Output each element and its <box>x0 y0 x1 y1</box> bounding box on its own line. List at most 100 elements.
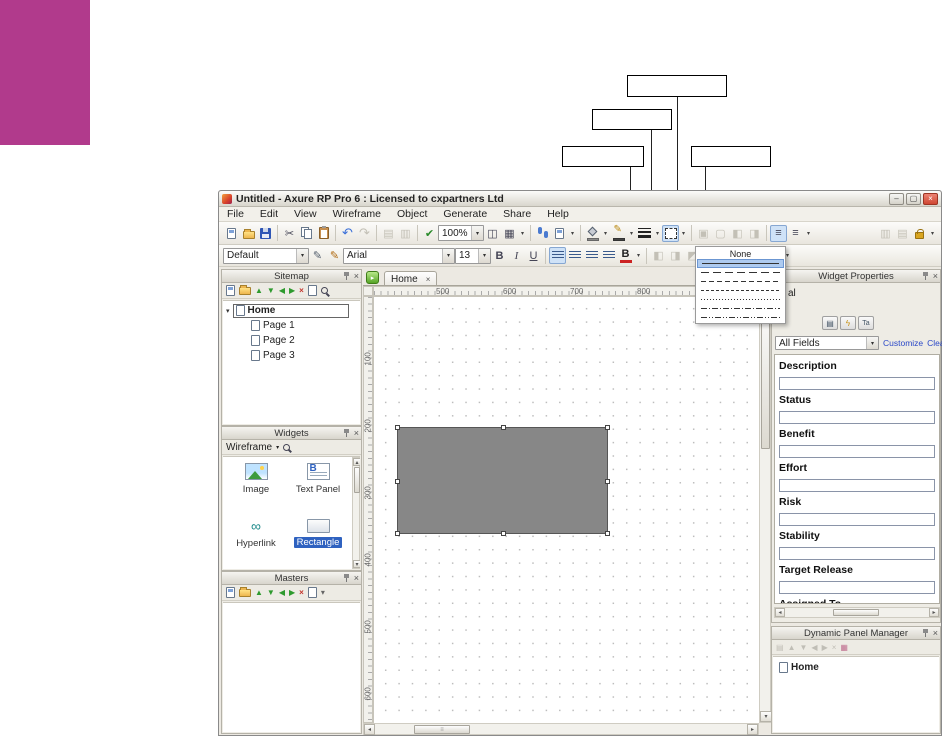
scrollbar-thumb[interactable]: ≡ <box>414 725 470 734</box>
group-button[interactable]: ▣ <box>695 225 712 242</box>
resize-handle-ne[interactable] <box>605 425 610 430</box>
indent-left-icon[interactable]: ◀ <box>279 588 285 597</box>
menu-item-short-dash[interactable] <box>697 286 784 295</box>
italic-button[interactable]: I <box>508 247 525 264</box>
resize-handle-s[interactable] <box>501 531 506 536</box>
grid-settings-button[interactable]: ▦ <box>501 225 518 242</box>
scrollbar-thumb[interactable] <box>833 609 879 616</box>
menu-wireframe[interactable]: Wireframe <box>325 208 389 220</box>
pin-icon[interactable] <box>922 629 930 637</box>
zoom-fit-button[interactable]: ◫ <box>484 225 501 242</box>
menu-help[interactable]: Help <box>539 208 577 220</box>
panes-dropdown-icon[interactable]: ▾ <box>804 225 813 242</box>
paste-button[interactable] <box>315 225 332 242</box>
tree-item-page2[interactable]: Page 2 <box>223 333 360 348</box>
widget-text-panel[interactable]: B Text Panel <box>287 463 349 495</box>
menu-generate[interactable]: Generate <box>435 208 495 220</box>
generate-dropdown-icon[interactable]: ▾ <box>568 225 577 242</box>
union-button[interactable]: ◧ <box>650 247 667 264</box>
scrollbar-thumb[interactable] <box>354 467 360 493</box>
tab-interactions[interactable]: ϟ <box>840 316 856 330</box>
toggle-left-panes-button[interactable]: ≡ <box>770 224 787 242</box>
widgets-scrollbar[interactable]: ▴ ▾ <box>352 457 360 569</box>
tree-item-home[interactable]: ▾ Home <box>223 303 360 318</box>
masters-list[interactable] <box>223 602 360 732</box>
delete-page-icon[interactable]: × <box>299 286 304 295</box>
rectangle-widget-instance[interactable] <box>395 425 610 536</box>
generate-specification-button[interactable] <box>551 225 568 242</box>
widget-rectangle[interactable]: Rectangle <box>287 519 349 549</box>
align-tools-button[interactable]: ▥ <box>877 225 894 242</box>
tab-formatting[interactable]: Ta <box>858 316 874 330</box>
more-icon[interactable]: ▾ <box>321 588 325 597</box>
font-combo[interactable]: Arial ▾ <box>343 247 455 264</box>
widget-image[interactable]: Image <box>225 463 287 495</box>
line-color-button[interactable]: ✎ <box>610 224 627 242</box>
align-left-button[interactable] <box>549 247 566 264</box>
indent-left-icon[interactable]: ◀ <box>811 643 817 652</box>
chevron-down-icon[interactable]: ▾ <box>471 226 483 240</box>
menu-item-dash[interactable] <box>697 277 784 286</box>
print-preview-button[interactable]: ▥ <box>397 225 414 242</box>
menu-edit[interactable]: Edit <box>252 208 286 220</box>
expander-icon[interactable]: ▾ <box>226 307 230 315</box>
generate-master-icon[interactable] <box>307 587 317 598</box>
grid-dropdown-icon[interactable]: ▾ <box>518 225 527 242</box>
delete-panel-icon[interactable]: × <box>832 643 837 652</box>
move-up-icon[interactable]: ▲ <box>255 588 263 597</box>
resize-handle-e[interactable] <box>605 479 610 484</box>
risk-field[interactable] <box>779 513 935 526</box>
scroll-up-icon[interactable]: ▴ <box>353 458 360 466</box>
tree-item-page3[interactable]: Page 3 <box>223 348 360 363</box>
menu-view[interactable]: View <box>286 208 325 220</box>
subtract-button[interactable]: ◨ <box>667 247 684 264</box>
chevron-down-icon[interactable]: ▾ <box>296 248 308 263</box>
menu-item-none[interactable]: None <box>697 248 784 259</box>
menu-item-dash-dot[interactable] <box>697 304 784 313</box>
indent-right-icon[interactable]: ▶ <box>289 588 295 597</box>
delete-master-icon[interactable]: × <box>299 588 304 597</box>
add-master-icon[interactable] <box>226 587 235 598</box>
line-weight-button[interactable] <box>636 225 653 242</box>
indent-right-icon[interactable]: ▶ <box>289 286 295 295</box>
line-weight-dropdown-icon[interactable]: ▾ <box>653 225 662 242</box>
bullet-list-button[interactable] <box>600 247 617 264</box>
new-document-button[interactable] <box>223 225 240 242</box>
cut-button[interactable]: ✂ <box>281 225 298 242</box>
resize-handle-w[interactable] <box>395 479 400 484</box>
redo-button[interactable]: ↷ <box>356 225 373 242</box>
scroll-right-icon[interactable]: ▸ <box>929 608 939 617</box>
title-bar[interactable]: Untitled - Axure RP Pro 6 : Licensed to … <box>219 191 941 207</box>
target-release-field[interactable] <box>779 581 935 594</box>
tab-close-icon[interactable]: × <box>426 275 431 284</box>
close-panel-icon[interactable]: × <box>933 272 938 281</box>
copy-button[interactable] <box>298 225 315 242</box>
move-up-icon[interactable]: ▲ <box>255 286 263 295</box>
fields-horizontal-scrollbar[interactable]: ◂ ▸ <box>774 607 940 618</box>
close-panel-icon[interactable]: × <box>354 574 359 583</box>
clear-link[interactable]: Clear <box>927 338 942 348</box>
zoom-combo[interactable]: 100% ▾ <box>438 225 484 241</box>
chevron-down-icon[interactable]: ▾ <box>276 444 279 451</box>
tree-item-page1[interactable]: Page 1 <box>223 318 360 333</box>
align-center-button[interactable] <box>566 247 583 264</box>
add-folder-icon[interactable] <box>239 284 251 295</box>
close-button[interactable]: × <box>923 192 938 205</box>
maximize-button[interactable]: ▢ <box>906 192 921 205</box>
resize-handle-n[interactable] <box>501 425 506 430</box>
add-panel-icon[interactable]: ▤ <box>776 643 784 652</box>
move-down-icon[interactable]: ▼ <box>267 286 275 295</box>
move-down-icon[interactable]: ▼ <box>267 588 275 597</box>
menu-item-long-dash[interactable] <box>697 268 784 277</box>
tab-annotations[interactable]: ▤ <box>822 316 838 330</box>
resize-handle-nw[interactable] <box>395 425 400 430</box>
add-folder-icon[interactable] <box>239 586 251 597</box>
text-color-dropdown-icon[interactable]: ▾ <box>634 247 643 264</box>
search-icon[interactable] <box>320 287 328 294</box>
menu-object[interactable]: Object <box>389 208 435 220</box>
send-to-back-button[interactable]: ◨ <box>746 225 763 242</box>
resize-handle-se[interactable] <box>605 531 610 536</box>
style-combo[interactable]: Default ▾ <box>223 247 309 264</box>
spell-check-button[interactable]: ✔ <box>421 225 438 242</box>
print-button[interactable]: ▤ <box>380 225 397 242</box>
